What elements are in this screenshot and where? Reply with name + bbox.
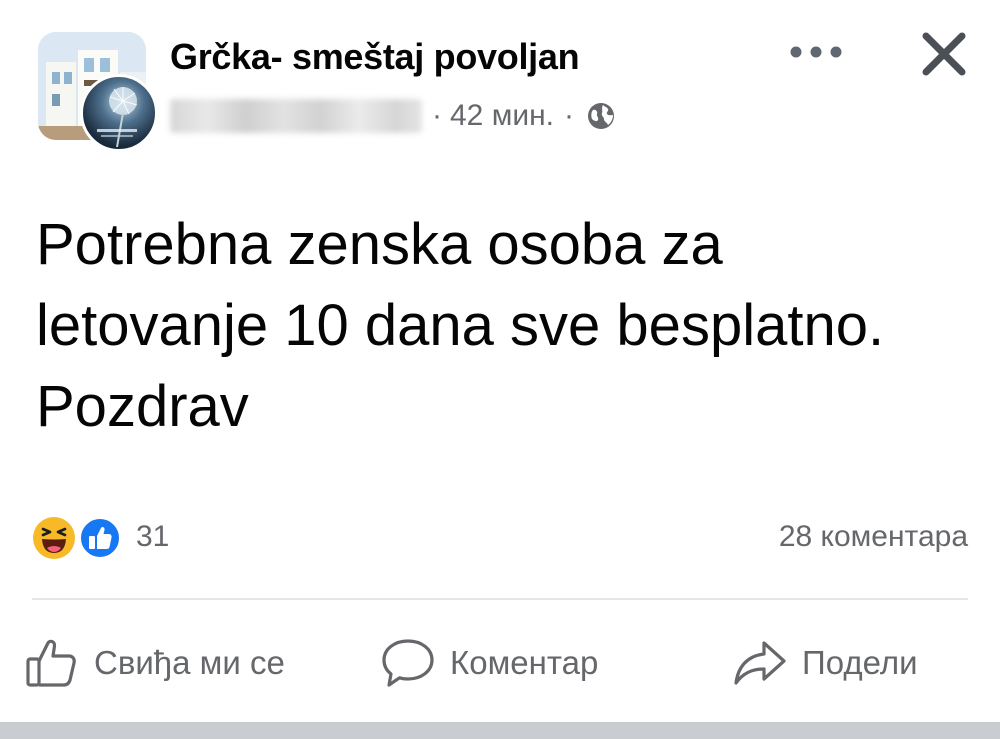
meta-separator-2: · xyxy=(564,99,574,132)
post-timestamp[interactable]: 42 мин. xyxy=(450,99,554,133)
haha-icon xyxy=(33,517,75,559)
like-label: Свиђа ми се xyxy=(94,644,285,681)
reaction-icons[interactable] xyxy=(32,516,132,560)
divider xyxy=(32,598,968,600)
comment-button[interactable]: Коментар xyxy=(380,620,598,706)
share-button[interactable]: Подели xyxy=(732,620,918,706)
group-name-link[interactable]: Grčka- smeštaj povoljan xyxy=(170,36,580,78)
feed-separator xyxy=(0,722,1000,739)
post-body-text: Potrebna zenska osoba za letovanje 10 da… xyxy=(36,212,885,439)
reaction-count[interactable]: 31 xyxy=(136,520,169,554)
more-options-button[interactable] xyxy=(780,30,852,74)
post-header: Grčka- smeštaj povoljan · 42 мин. · xyxy=(0,0,1000,170)
like-icon xyxy=(79,517,121,559)
comment-bubble-icon xyxy=(382,639,434,687)
author-name-blurred[interactable] xyxy=(170,99,422,133)
dandelion-image xyxy=(97,87,138,148)
globe-icon xyxy=(586,101,616,131)
user-avatar[interactable] xyxy=(80,74,158,152)
post-actions: Свиђа ми се Коментар Подели xyxy=(0,620,1000,706)
close-icon xyxy=(922,32,966,76)
share-label: Подели xyxy=(802,644,918,681)
close-button[interactable] xyxy=(912,22,976,86)
reactions-summary: 31 28 коментара xyxy=(32,510,968,566)
share-arrow-icon xyxy=(734,641,786,685)
avatar-group[interactable] xyxy=(38,32,158,152)
post-meta: · 42 мин. · xyxy=(170,96,616,136)
more-options-icon xyxy=(790,46,842,58)
meta-separator: · xyxy=(432,99,442,132)
comment-label: Коментар xyxy=(450,644,599,681)
like-button[interactable]: Свиђа ми се xyxy=(24,620,285,706)
comments-count-link[interactable]: 28 коментара xyxy=(779,520,968,554)
thumbs-up-icon xyxy=(26,639,76,687)
